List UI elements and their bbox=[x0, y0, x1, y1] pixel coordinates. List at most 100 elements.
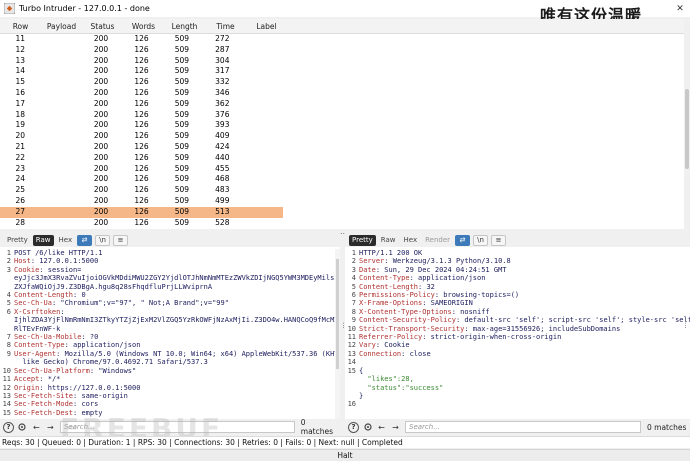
table-row[interactable]: 11 200 126 509 272 bbox=[0, 34, 283, 45]
window-controls: ✕ bbox=[670, 0, 690, 17]
cell-time: 287 bbox=[215, 44, 230, 54]
line-content: Cookie: session= bbox=[14, 266, 81, 274]
forward-arrow-icon[interactable]: → bbox=[390, 422, 401, 433]
line-text: } bbox=[359, 391, 364, 400]
cell-payload bbox=[40, 196, 80, 207]
table-row[interactable]: 13 200 126 509 304 bbox=[0, 56, 283, 67]
cell-words: 126 bbox=[134, 34, 149, 43]
help-icon[interactable]: ? bbox=[3, 421, 14, 433]
request-editor[interactable]: 1 POST /6/like HTTP/1.1 2 Host: 127.0.0.1:5… bbox=[0, 249, 340, 419]
table-header: Row Payload Status Words Length Time Label bbox=[0, 19, 684, 34]
line-number: 4 bbox=[6, 291, 11, 300]
cell-label bbox=[243, 218, 283, 229]
cell-status: 200 bbox=[93, 55, 109, 65]
table-row[interactable]: 25 200 126 509 483 bbox=[0, 185, 283, 196]
splitter-vertical-right[interactable]: ... bbox=[683, 322, 690, 329]
column-header-label[interactable]: Label bbox=[246, 19, 287, 33]
line-content: Content-Security-Policy: default-src 'se… bbox=[359, 316, 690, 324]
cell-length: 509 bbox=[174, 34, 190, 43]
request-tabbar: Pretty Raw Hex ⇄ \n ≡ bbox=[0, 233, 340, 247]
header-value: : Werkzeug/3.1.3 Python/3.10.8 bbox=[384, 257, 511, 266]
table-row[interactable]: 21 200 126 509 424 bbox=[0, 142, 283, 153]
back-arrow-icon[interactable]: ← bbox=[376, 422, 387, 433]
cell-words: 126 bbox=[134, 163, 149, 173]
settings-icon[interactable] bbox=[362, 422, 373, 433]
cell-length: 509 bbox=[174, 55, 190, 65]
line-content: eyJjc3JmX3RvaZVuIjoiOGVkMDdiMWU2ZGY2Yjdl… bbox=[14, 274, 340, 282]
cell-time: 409 bbox=[215, 131, 230, 141]
table-row[interactable]: 12 200 126 509 287 bbox=[0, 45, 283, 56]
column-header-row[interactable]: Row bbox=[0, 19, 41, 33]
response-editor[interactable]: 1 HTTP/1.1 200 OK 2 Server: Werkzeug/3.1.3 … bbox=[345, 249, 690, 419]
tab-pretty[interactable]: Pretty bbox=[4, 235, 31, 246]
table-row[interactable]: 27 200 126 509 513 bbox=[0, 206, 283, 218]
column-header-length[interactable]: Length bbox=[164, 19, 205, 33]
table-row[interactable]: 23 200 126 509 455 bbox=[0, 164, 283, 175]
table-row[interactable]: 28 200 126 509 528 bbox=[0, 218, 283, 229]
table-row[interactable]: 19 200 126 509 393 bbox=[0, 120, 283, 131]
cell-payload bbox=[40, 185, 80, 196]
tab-hex[interactable]: Hex bbox=[401, 235, 421, 246]
header-value: : bbox=[60, 307, 65, 316]
request-search-input[interactable]: Search... bbox=[59, 421, 295, 433]
code-line: 9 Content-Security-Policy: default-src 's… bbox=[345, 316, 690, 324]
tab-pretty[interactable]: Pretty bbox=[349, 234, 376, 246]
cell-words: 126 bbox=[134, 141, 149, 151]
code-line: 16 bbox=[345, 400, 690, 408]
column-header-words[interactable]: Words bbox=[123, 19, 164, 33]
menu-icon[interactable]: ≡ bbox=[491, 234, 507, 246]
line-content: Sec-Ch-Ua-Mobile: ?0 bbox=[14, 333, 98, 341]
header-name: Content-Type bbox=[14, 341, 65, 350]
table-row[interactable]: 26 200 126 509 499 bbox=[0, 196, 283, 207]
line-number bbox=[0, 325, 11, 333]
help-icon[interactable]: ? bbox=[348, 421, 359, 433]
cell-payload bbox=[40, 228, 80, 229]
table-row[interactable]: 18 200 126 509 376 bbox=[0, 110, 283, 121]
forward-arrow-icon[interactable]: → bbox=[45, 422, 56, 433]
table-row[interactable]: 15 200 126 509 332 bbox=[0, 77, 283, 88]
table-row[interactable]: 16 200 126 509 346 bbox=[0, 88, 283, 99]
header-name: Content-Length bbox=[14, 291, 74, 300]
halt-button[interactable]: Halt bbox=[0, 449, 690, 461]
newline-icon[interactable]: \n bbox=[473, 234, 489, 246]
cell-status: 200 bbox=[93, 152, 109, 162]
column-header-payload[interactable]: Payload bbox=[41, 19, 82, 33]
menu-icon[interactable]: ≡ bbox=[113, 234, 129, 246]
close-window-button[interactable]: ✕ bbox=[670, 0, 690, 17]
newline-icon[interactable]: \n bbox=[95, 234, 111, 246]
cell-length: 509 bbox=[174, 98, 190, 108]
request-scrollbar[interactable] bbox=[335, 249, 340, 419]
line-number: 7 bbox=[6, 333, 11, 342]
code-line: "status":"success" bbox=[345, 384, 690, 392]
table-row[interactable]: 29 200126509619 bbox=[0, 228, 283, 229]
tab-hex[interactable]: Hex bbox=[56, 235, 76, 246]
wrap-lines-icon[interactable]: ⇄ bbox=[455, 234, 471, 246]
tab-render[interactable]: Render bbox=[422, 235, 453, 246]
scrollbar-thumb[interactable] bbox=[685, 89, 689, 169]
results-scrollbar[interactable] bbox=[684, 19, 690, 229]
table-row[interactable]: 24 200 126 509 468 bbox=[0, 174, 283, 185]
column-header-status[interactable]: Status bbox=[82, 19, 123, 33]
line-content: Vary: Cookie bbox=[359, 341, 410, 349]
header-name: User-Agent bbox=[14, 349, 57, 358]
column-header-time[interactable]: Time bbox=[205, 19, 246, 33]
scrollbar-thumb[interactable] bbox=[336, 259, 339, 369]
table-row[interactable]: 22 200 126 509 440 bbox=[0, 153, 283, 164]
cell-time: 440 bbox=[215, 152, 230, 162]
wrap-lines-icon[interactable]: ⇄ bbox=[77, 234, 93, 246]
tab-raw[interactable]: Raw bbox=[32, 234, 54, 246]
cell-length: 509 bbox=[174, 217, 190, 227]
cell-length: 509 bbox=[174, 163, 190, 173]
settings-icon[interactable] bbox=[17, 422, 28, 433]
code-line: 8 X-Content-Type-Options: nosniff bbox=[345, 308, 690, 316]
line-content: Sec-Fetch-Mode: cors bbox=[14, 400, 98, 408]
tab-raw[interactable]: Raw bbox=[378, 235, 399, 246]
cell-row: 15 bbox=[15, 77, 25, 87]
code-line: 3 Date: Sun, 29 Dec 2024 04:24:51 GMT bbox=[345, 266, 690, 274]
table-row[interactable]: 17 200 126 509 362 bbox=[0, 99, 283, 110]
code-line: 5 Content-Length: 32 bbox=[345, 283, 690, 291]
table-row[interactable]: 20 200 126 509 409 bbox=[0, 131, 283, 142]
table-row[interactable]: 14 200 126 509 317 bbox=[0, 66, 283, 77]
response-search-input[interactable]: Search... bbox=[405, 421, 641, 433]
back-arrow-icon[interactable]: ← bbox=[31, 422, 42, 433]
